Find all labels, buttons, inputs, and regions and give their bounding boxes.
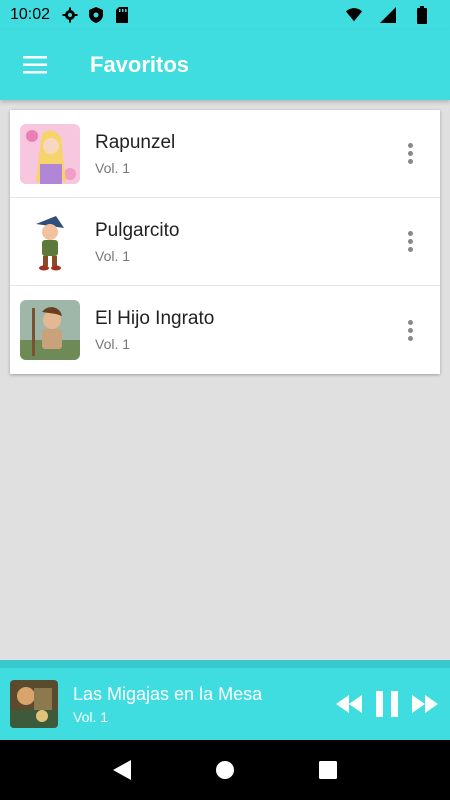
item-volume: Vol. 1 [95,247,131,264]
system-nav-bar [0,740,450,800]
item-title: Pulgarcito [95,219,180,241]
battery-icon [414,6,430,24]
now-playing-title: Las Migajas en la Mesa [73,683,263,704]
wifi-icon [346,7,362,23]
hamburger-menu-icon[interactable] [0,30,70,100]
more-options-icon[interactable] [400,139,420,169]
list-item[interactable]: Pulgarcito Vol. 1 [10,198,440,286]
item-volume: Vol. 1 [95,336,131,352]
item-title: Rapunzel [95,131,176,153]
pause-icon[interactable] [376,691,398,717]
now-playing-cover-image [10,680,58,728]
sd-card-icon [114,7,130,23]
recents-icon[interactable] [308,750,348,790]
status-time: 10:02 [10,6,51,23]
list-item[interactable]: El Hijo Ingrato Vol. 1 [10,286,440,374]
mini-player[interactable]: Las Migajas en la Mesa Vol. 1 [0,660,450,740]
item-title: El Hijo Ingrato [95,308,215,329]
rapunzel-cover-image [20,123,80,184]
fast-forward-icon[interactable] [412,695,438,713]
page-title: Favoritos [90,52,190,77]
more-options-icon[interactable] [400,315,420,345]
now-playing-volume: Vol. 1 [73,708,109,725]
item-volume: Vol. 1 [95,159,131,176]
status-bar: 10:02 [0,0,450,30]
back-icon[interactable] [102,750,142,790]
list-item[interactable]: Rapunzel Vol. 1 [10,110,440,198]
app-bar: Favoritos [0,30,450,100]
pulgarcito-cover-image [20,211,80,272]
rewind-icon[interactable] [336,695,362,713]
shield-icon [88,7,104,23]
favorites-list: Rapunzel Vol. 1 Pulgarcito Vol. 1 El Hij… [10,110,440,374]
home-icon[interactable] [205,750,245,790]
signal-icon [380,7,396,23]
settings-icon [62,7,78,23]
hijo-ingrato-cover-image [20,300,80,360]
more-options-icon[interactable] [400,227,420,257]
